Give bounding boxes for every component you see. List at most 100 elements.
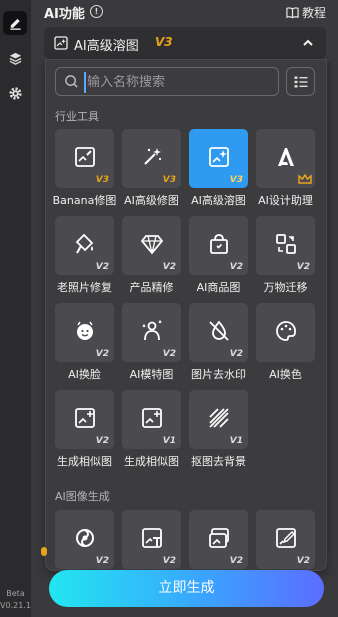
tool-tile[interactable]: V2: [256, 216, 315, 275]
version-badge: V2: [95, 349, 109, 359]
tool-label: AI换脸: [68, 368, 101, 381]
version-badge: V2: [296, 556, 310, 566]
tool-tile[interactable]: V2: [189, 510, 248, 569]
version-badge: V1: [162, 436, 176, 446]
image-swap-icon: [209, 528, 229, 548]
tool-tile[interactable]: V2: [189, 216, 248, 275]
version-badge: V2: [95, 556, 109, 566]
layers-icon: [9, 52, 21, 65]
magic-wand-icon: [144, 148, 162, 165]
beta-label: Beta: [6, 589, 25, 598]
tool-tile[interactable]: V3: [122, 129, 181, 188]
tool-label: AI高级修图: [124, 194, 179, 207]
tool-label: AI模特图: [129, 368, 174, 381]
list-view-button[interactable]: [286, 67, 315, 96]
tool-tile[interactable]: V2: [55, 390, 114, 449]
version-badge: V2: [162, 556, 176, 566]
version-badge: V1: [229, 436, 243, 446]
image-plus-icon: [142, 408, 162, 428]
section-title-industry: 行业工具: [55, 110, 99, 123]
model-person-icon: [142, 319, 162, 341]
color-palette-icon: [276, 321, 296, 341]
selector-version: V3: [155, 35, 173, 49]
version-badge: V2: [162, 349, 176, 359]
version-badge: V2: [229, 349, 243, 359]
tutorial-link[interactable]: 教程: [286, 4, 326, 21]
stripes-icon: [209, 408, 229, 428]
main-panel: AI功能 ! 教程 AI高级溶图 V3 行业工具 AI图像生成 V3 Banana…: [31, 0, 338, 617]
tool-label: AI换色: [269, 368, 302, 381]
face-icon: [77, 321, 93, 340]
shopping-bag-icon: [210, 234, 228, 254]
book-icon: [286, 7, 299, 19]
image-edit-icon: [75, 147, 95, 167]
diamond-icon: [140, 235, 164, 255]
panel-header: AI功能 ! 教程: [31, 0, 338, 24]
tool-label: 图片去水印: [191, 368, 246, 381]
watermark-remove-icon: [209, 320, 229, 341]
rail-item-layers[interactable]: [3, 46, 27, 70]
text-image-icon: [142, 528, 162, 548]
list-icon: [294, 76, 307, 87]
gear-icon: [8, 86, 22, 100]
section-title-image-gen: AI图像生成: [55, 490, 110, 503]
tool-label: 老照片修复: [57, 281, 112, 294]
tool-tile[interactable]: V2: [122, 216, 181, 275]
tutorial-label: 教程: [301, 6, 326, 20]
scrollbar[interactable]: [327, 62, 331, 552]
version-badge: V3: [162, 175, 176, 185]
swirl-icon: [76, 529, 94, 547]
image-sparkle-icon: [54, 36, 68, 50]
transfer-icon: [276, 234, 296, 254]
version-badge: V2: [296, 262, 310, 272]
version-label: V0.21.1: [0, 601, 31, 610]
tool-tile[interactable]: V3: [189, 129, 248, 188]
panel-title: AI功能: [44, 7, 85, 22]
tool-label: Banana修图: [52, 194, 117, 207]
chevron-up-icon[interactable]: [302, 37, 314, 49]
search-icon: [65, 75, 78, 88]
crown-icon: [298, 174, 312, 184]
version-badge: V2: [95, 436, 109, 446]
tool-label: 产品精修: [129, 281, 174, 294]
tool-tile[interactable]: V2: [55, 510, 114, 569]
tool-tile[interactable]: V2: [122, 303, 181, 362]
tool-tile[interactable]: V1: [122, 390, 181, 449]
image-plus-icon: [75, 408, 95, 428]
search-box[interactable]: [55, 67, 279, 96]
image-sparkle-icon: [209, 147, 229, 167]
tool-tile[interactable]: V2: [122, 510, 181, 569]
feature-selector[interactable]: AI高级溶图 V3: [44, 27, 326, 59]
scroll-indicator: [41, 547, 47, 556]
tool-tile[interactable]: V3: [55, 129, 114, 188]
version-badge: V2: [229, 262, 243, 272]
tool-label: AI商品图: [196, 281, 241, 294]
left-rail: Beta V0.21.1: [0, 0, 31, 617]
version-badge: V2: [95, 262, 109, 272]
version-badge: V3: [229, 175, 243, 185]
search-input[interactable]: [84, 72, 277, 93]
tool-label: 生成相似图: [124, 455, 179, 468]
ai-letter-icon: [278, 148, 294, 166]
selector-label: AI高级溶图: [74, 39, 139, 54]
rail-item-ai-tools[interactable]: [3, 11, 27, 35]
version-badge: V2: [162, 262, 176, 272]
generate-button[interactable]: 立即生成: [49, 570, 324, 607]
tool-tile[interactable]: V2: [189, 303, 248, 362]
pencil-icon: [9, 18, 21, 30]
brush-bucket-icon: [75, 233, 94, 254]
rail-item-settings[interactable]: [3, 81, 27, 105]
image-edit-box-icon: [276, 528, 296, 548]
feature-dropdown: 行业工具 AI图像生成 V3 Banana修图 V3 AI高级修图 V3 AI高级溶图 AI…: [45, 59, 327, 571]
tool-label: 生成相似图: [57, 455, 112, 468]
tool-label: AI设计助理: [258, 194, 313, 207]
tool-tile[interactable]: V1: [189, 390, 248, 449]
info-icon[interactable]: !: [90, 5, 103, 18]
tool-tile[interactable]: V2: [55, 216, 114, 275]
version-badge: V2: [229, 556, 243, 566]
tool-tile[interactable]: [256, 303, 315, 362]
tool-tile[interactable]: [256, 129, 315, 188]
tool-tile[interactable]: V2: [55, 303, 114, 362]
version-badge: V3: [95, 175, 109, 185]
tool-tile[interactable]: V2: [256, 510, 315, 569]
